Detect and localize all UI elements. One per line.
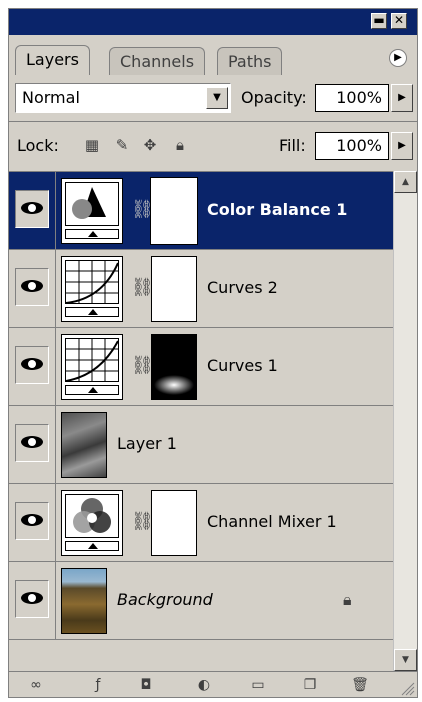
curves-thumbnail[interactable] — [61, 334, 123, 400]
layer-row-channel-mixer-1[interactable]: ⛓ Channel Mixer 1 — [9, 484, 393, 562]
opacity-input[interactable]: 100% — [315, 84, 389, 112]
panel-title-bar: ▬ ✕ — [9, 9, 417, 35]
blend-mode-value: Normal — [22, 88, 80, 107]
layer-style-icon[interactable]: ƒ — [87, 676, 109, 694]
eye-icon — [21, 514, 43, 526]
visibility-toggle[interactable] — [15, 424, 49, 462]
eye-icon — [21, 436, 43, 448]
background-thumbnail[interactable] — [61, 568, 107, 634]
opacity-label: Opacity: — [241, 88, 307, 107]
layer-row-background[interactable]: Background 🔒︎ — [9, 562, 393, 640]
layer-row-curves-1[interactable]: ⛓ Curves 1 — [9, 328, 393, 406]
close-button[interactable]: ✕ — [391, 13, 407, 29]
lock-image-pixels-icon[interactable]: ✎ — [113, 136, 131, 154]
layers-list: ⛓ Color Balance 1 ⛓ Curves 2 ⛓ Curves 1 … — [9, 171, 393, 672]
layer-name[interactable]: Layer 1 — [117, 434, 177, 453]
layer-name[interactable]: Background — [117, 590, 213, 609]
mask-link-icon[interactable]: ⛓ — [131, 510, 154, 534]
mask-link-icon[interactable]: ⛓ — [131, 354, 154, 378]
mask-link-icon[interactable]: ⛓ — [131, 198, 154, 222]
layer-mask-thumbnail[interactable] — [150, 177, 198, 245]
layer-mask-thumbnail[interactable] — [151, 256, 197, 322]
resize-grip-icon[interactable] — [401, 682, 415, 696]
fill-label: Fill: — [279, 136, 306, 155]
panel-menu-button[interactable]: ▶ — [389, 49, 407, 67]
layer-name[interactable]: Color Balance 1 — [207, 200, 347, 219]
opacity-slider-button[interactable]: ▶ — [391, 84, 413, 112]
tab-layers[interactable]: Layers — [15, 45, 90, 75]
visibility-toggle[interactable] — [15, 346, 49, 384]
layer-thumbnail[interactable] — [61, 412, 107, 478]
layer-name[interactable]: Curves 1 — [207, 356, 278, 375]
lock-all-icon[interactable]: 🔒︎ — [171, 136, 189, 154]
blend-opacity-row: Normal ▼ Opacity: 100% ▶ — [9, 75, 417, 121]
visibility-toggle[interactable] — [15, 502, 49, 540]
add-mask-icon[interactable]: ◘ — [135, 676, 157, 694]
eye-icon — [21, 592, 43, 604]
delete-layer-icon[interactable]: 🗑︎ — [349, 676, 371, 694]
link-layers-icon[interactable]: ∞ — [25, 676, 47, 694]
layer-row-color-balance-1[interactable]: ⛓ Color Balance 1 — [9, 172, 393, 250]
panel-tabs: Layers Channels Paths ▶ — [9, 35, 417, 75]
fill-slider-button[interactable]: ▶ — [391, 132, 413, 160]
visibility-toggle[interactable] — [15, 190, 49, 228]
panel-bottom-toolbar: ∞ ƒ ◘ ◐ ▭ ❐ 🗑︎ — [9, 671, 417, 698]
new-group-icon[interactable]: ▭ — [247, 676, 269, 694]
layer-mask-thumbnail[interactable] — [151, 490, 197, 556]
color-balance-thumbnail[interactable] — [61, 178, 123, 244]
layer-name[interactable]: Channel Mixer 1 — [207, 512, 337, 531]
scroll-down-button[interactable]: ▼ — [394, 649, 417, 671]
blend-mode-select[interactable]: Normal ▼ — [15, 83, 231, 113]
lock-fill-row: Lock: ▦ ✎ ✥ 🔒︎ Fill: 100% ▶ — [9, 121, 417, 170]
channel-mixer-thumbnail[interactable] — [61, 490, 123, 556]
layer-name[interactable]: Curves 2 — [207, 278, 278, 297]
new-fill-adjustment-icon[interactable]: ◐ — [193, 676, 215, 694]
eye-icon — [21, 202, 43, 214]
eye-icon — [21, 280, 43, 292]
lock-transparency-icon[interactable]: ▦ — [83, 136, 101, 154]
layer-row-curves-2[interactable]: ⛓ Curves 2 — [9, 250, 393, 328]
layer-mask-thumbnail[interactable] — [151, 334, 197, 400]
mask-link-icon[interactable]: ⛓ — [131, 276, 154, 300]
visibility-toggle[interactable] — [15, 580, 49, 618]
curves-thumbnail[interactable] — [61, 256, 123, 322]
layer-row-layer-1[interactable]: Layer 1 — [9, 406, 393, 484]
scroll-up-button[interactable]: ▲ — [394, 171, 417, 193]
tab-paths[interactable]: Paths — [217, 47, 283, 75]
layers-scrollbar[interactable]: ▲ ▼ — [393, 171, 417, 671]
minimize-button[interactable]: ▬ — [371, 13, 387, 29]
lock-icon: 🔒︎ — [343, 590, 352, 609]
layers-panel: ▬ ✕ Layers Channels Paths ▶ Normal ▼ Opa… — [8, 8, 418, 698]
tab-channels[interactable]: Channels — [109, 47, 206, 75]
chevron-down-icon[interactable]: ▼ — [206, 87, 228, 109]
lock-position-icon[interactable]: ✥ — [141, 136, 159, 154]
fill-input[interactable]: 100% — [315, 132, 389, 160]
eye-icon — [21, 358, 43, 370]
new-layer-icon[interactable]: ❐ — [299, 676, 321, 694]
visibility-toggle[interactable] — [15, 268, 49, 306]
lock-label: Lock: — [17, 136, 59, 155]
